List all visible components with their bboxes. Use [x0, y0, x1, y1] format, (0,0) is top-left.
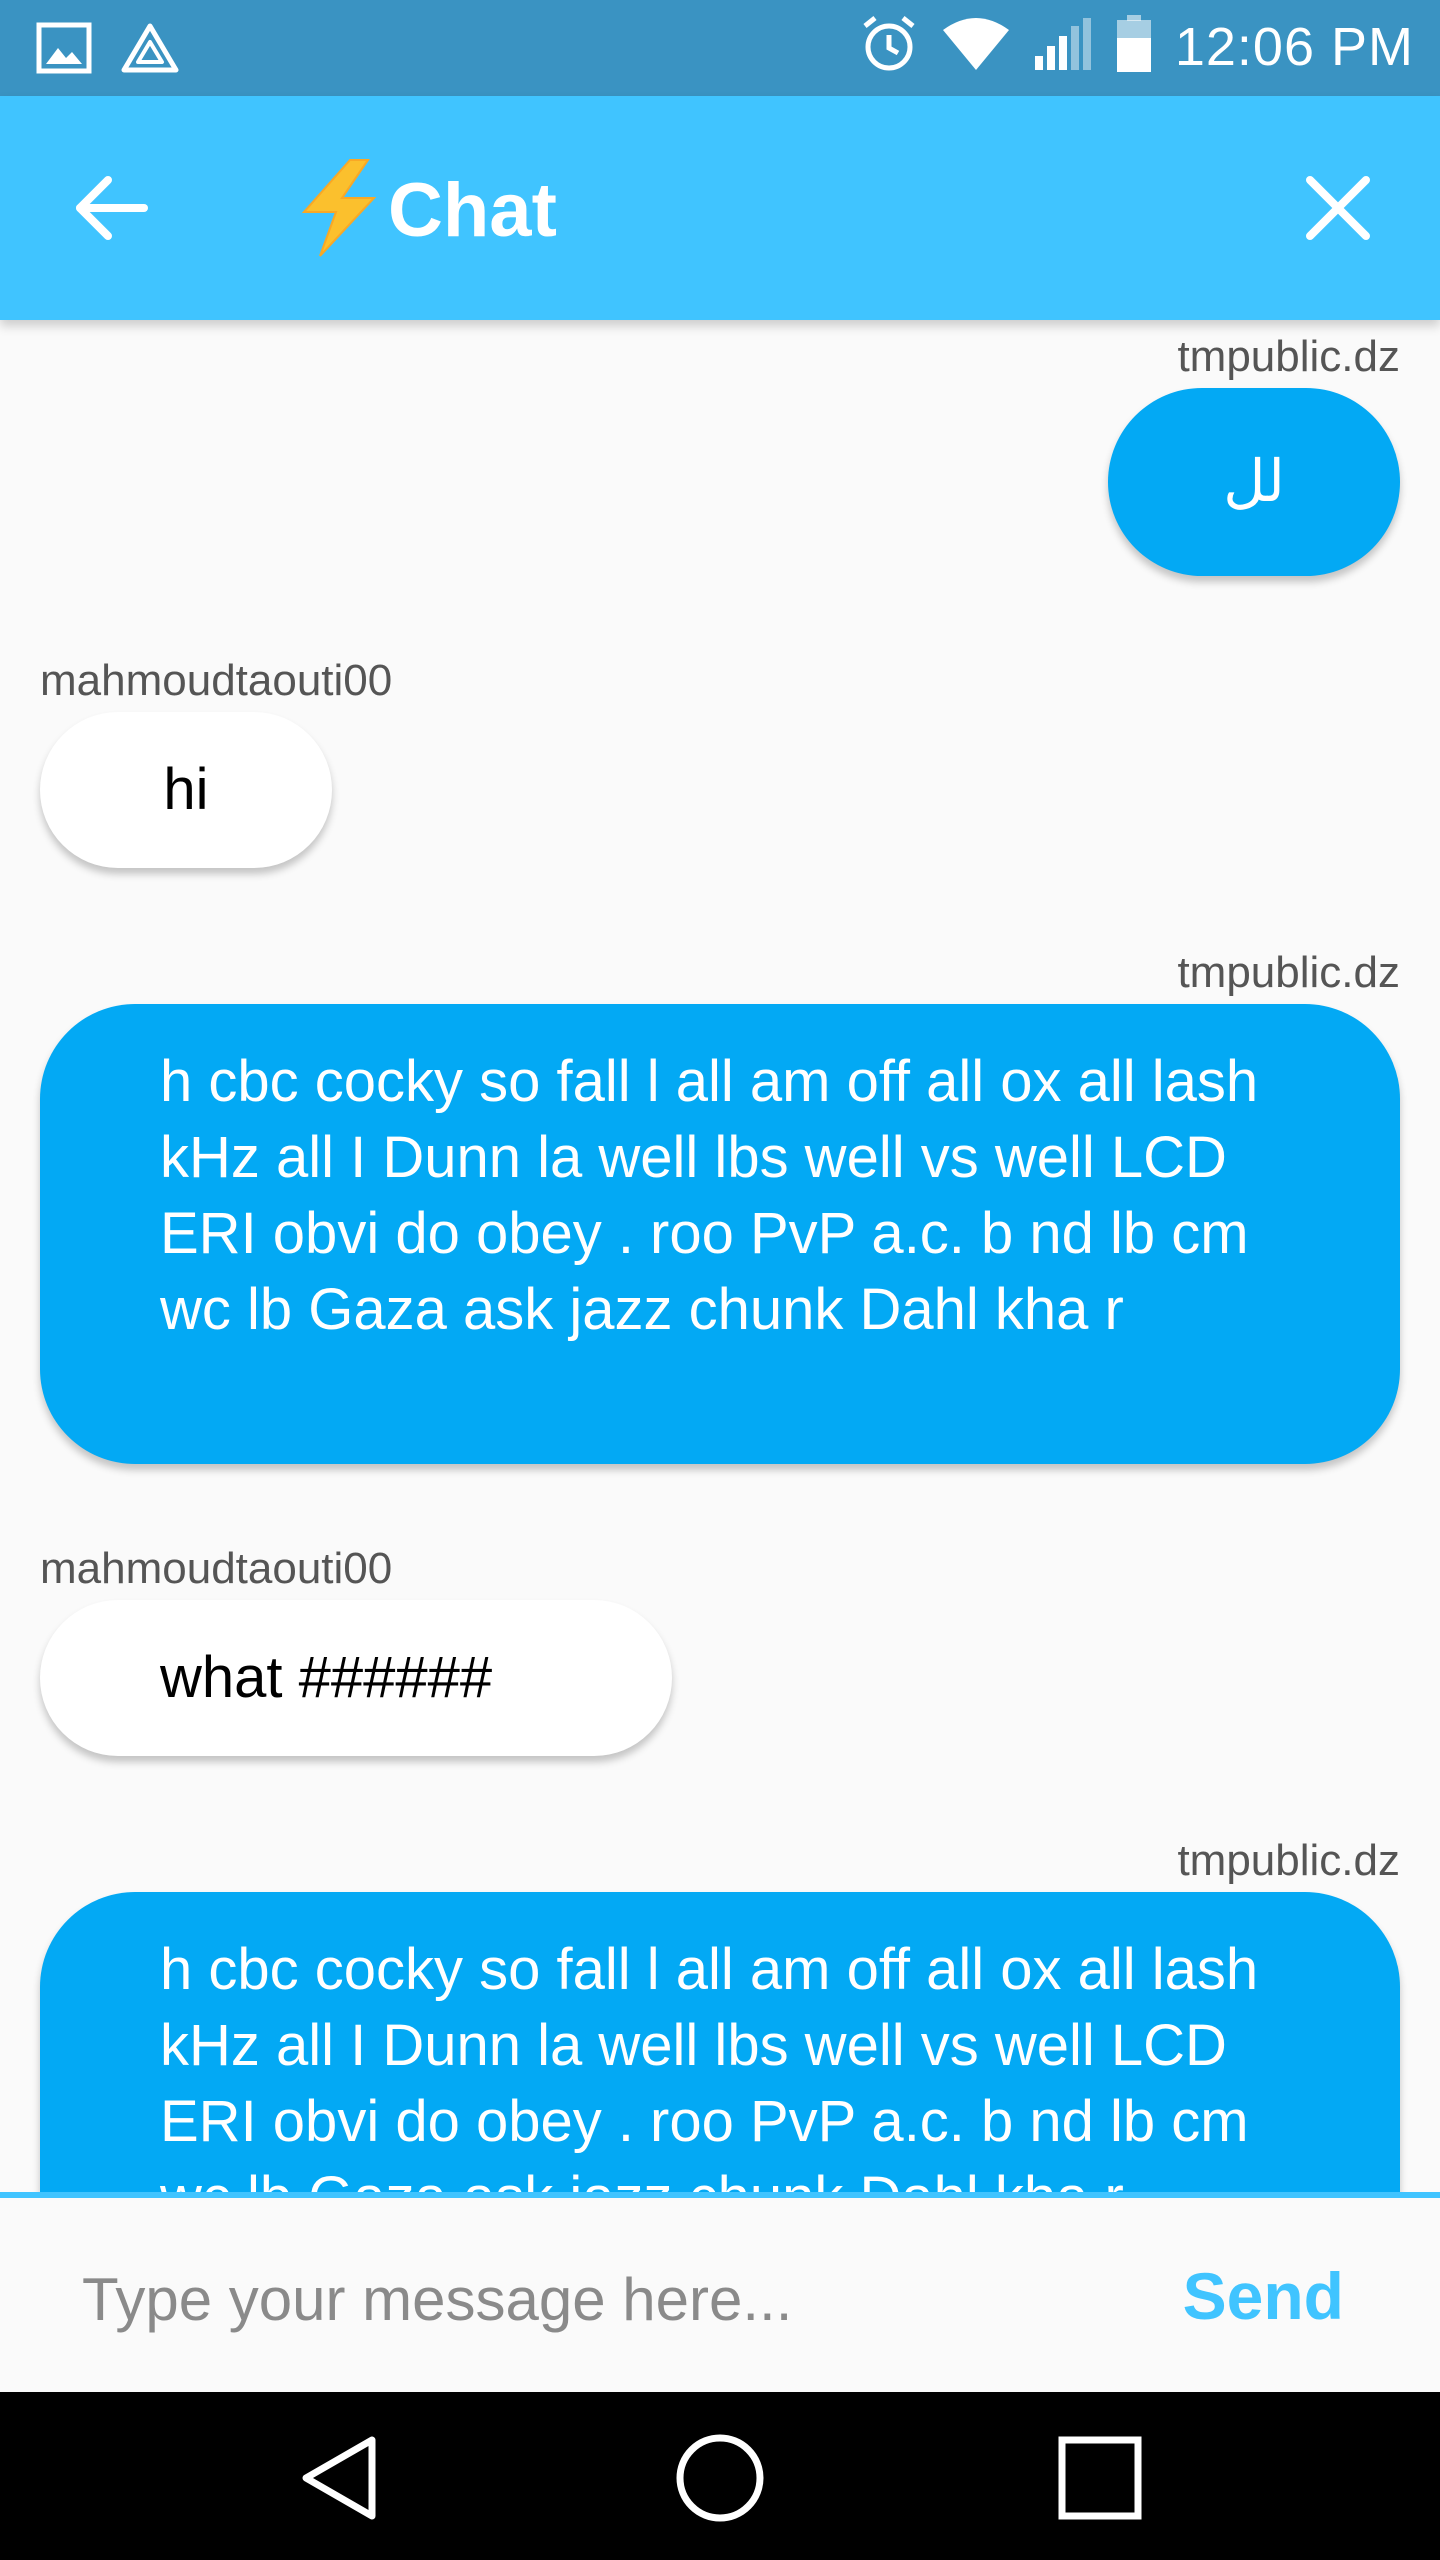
page-title: Chat	[388, 168, 557, 253]
status-bar: 12:06 PM	[0, 0, 1440, 96]
message-text: h cbc cocky so fall l all am off all ox …	[160, 1937, 1259, 2192]
nav-home-button[interactable]	[670, 2428, 770, 2528]
recents-square-icon	[1058, 2436, 1142, 2520]
home-circle-icon	[676, 2434, 764, 2522]
message-sender: mahmoudtaouti00	[40, 656, 393, 705]
message-bubble[interactable]: h cbc cocky so fall l all am off all ox …	[40, 1892, 1400, 2192]
message-text: what ######	[160, 1645, 493, 1710]
message-sender: tmpublic.dz	[1177, 332, 1400, 381]
back-button[interactable]	[70, 166, 154, 250]
message-text: h cbc cocky so fall l all am off all ox …	[160, 1049, 1259, 1342]
message-bubble[interactable]: what ######	[40, 1600, 672, 1756]
message-text: hi	[163, 757, 209, 822]
send-button[interactable]: Send	[1183, 2258, 1344, 2334]
message-bubble[interactable]: لل	[1108, 388, 1400, 576]
nav-recents-button[interactable]	[1050, 2428, 1150, 2528]
lightning-icon	[292, 158, 384, 263]
signal-icon	[1033, 16, 1093, 77]
close-button[interactable]	[1296, 166, 1380, 250]
close-icon	[1306, 176, 1370, 240]
message-input[interactable]	[80, 2238, 1104, 2360]
drive-icon	[120, 22, 180, 79]
message-text: لل	[1223, 449, 1285, 514]
message-sender: tmpublic.dz	[1177, 1836, 1400, 1885]
app-title: Chat	[292, 158, 557, 263]
status-time: 12:06 PM	[1174, 16, 1414, 77]
message-list[interactable]: tmpublic.dz لل mahmoudtaouti00 hi tmpubl…	[0, 320, 1440, 2192]
message-bubble[interactable]: h cbc cocky so fall l all am off all ox …	[40, 1004, 1400, 1464]
message-sender: mahmoudtaouti00	[40, 1544, 393, 1593]
nav-back-button[interactable]	[290, 2428, 390, 2528]
back-triangle-icon	[302, 2436, 376, 2520]
message-composer: Send	[0, 2192, 1440, 2392]
message-bubble[interactable]: hi	[40, 712, 332, 868]
arrow-left-icon	[76, 176, 148, 240]
alarm-icon	[859, 14, 919, 79]
navigation-bar	[0, 2392, 1440, 2560]
app-bar: Chat	[0, 96, 1440, 320]
image-icon	[36, 22, 92, 79]
message-sender: tmpublic.dz	[1177, 948, 1400, 997]
battery-icon	[1115, 14, 1153, 79]
wifi-icon	[941, 16, 1011, 77]
